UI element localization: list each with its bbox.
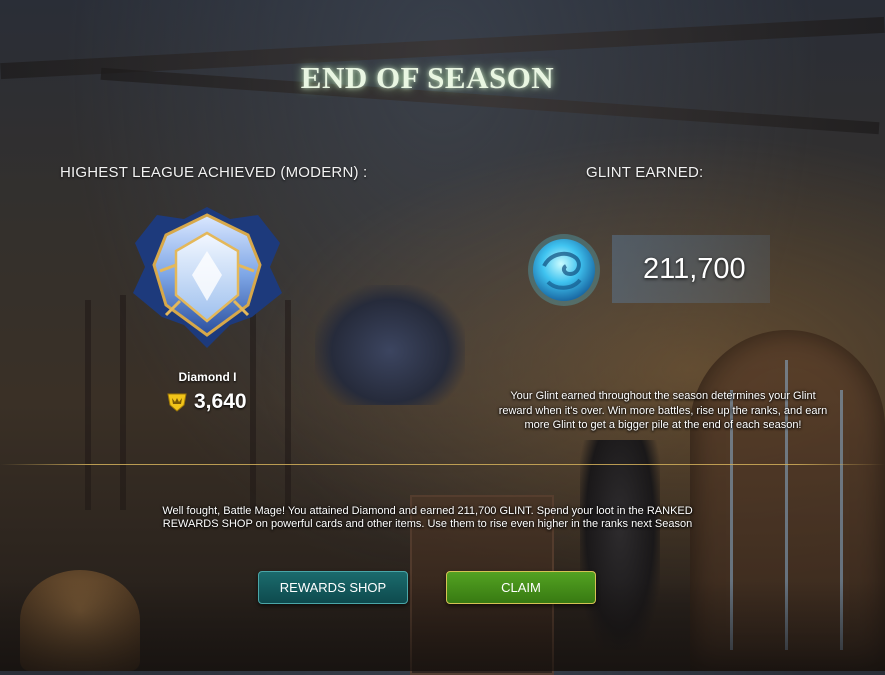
league-name: Diamond I bbox=[178, 370, 237, 384]
cage-bar bbox=[120, 295, 126, 510]
armor-statue bbox=[580, 440, 660, 650]
glint-orb-icon bbox=[528, 234, 600, 306]
weapon-barrel bbox=[20, 570, 140, 671]
rating-row: 3,640 bbox=[166, 389, 247, 415]
rating-trophy-icon bbox=[167, 393, 187, 412]
claim-button[interactable]: CLAIM bbox=[446, 571, 596, 604]
door-ironwork bbox=[840, 390, 843, 650]
rewards-shop-button[interactable]: REWARDS SHOP bbox=[258, 571, 408, 604]
divider bbox=[0, 464, 885, 465]
arched-door bbox=[690, 330, 885, 671]
glint-label: GLINT EARNED: bbox=[586, 164, 704, 181]
cage-bar bbox=[285, 300, 291, 510]
glint-value: 211,700 bbox=[643, 253, 746, 285]
glint-description: Your Glint earned throughout the season … bbox=[498, 390, 828, 431]
page-title: END OF SEASON bbox=[300, 60, 555, 95]
floor-shadow bbox=[0, 581, 885, 671]
season-summary-message: Well fought, Battle Mage! You attained D… bbox=[162, 505, 693, 530]
league-label: HIGHEST LEAGUE ACHIEVED (MODERN) : bbox=[60, 164, 368, 181]
cage-bar bbox=[85, 300, 91, 510]
dragon-statue bbox=[315, 285, 465, 405]
rating-value: 3,640 bbox=[194, 390, 247, 413]
diamond-league-badge-icon bbox=[133, 207, 282, 348]
